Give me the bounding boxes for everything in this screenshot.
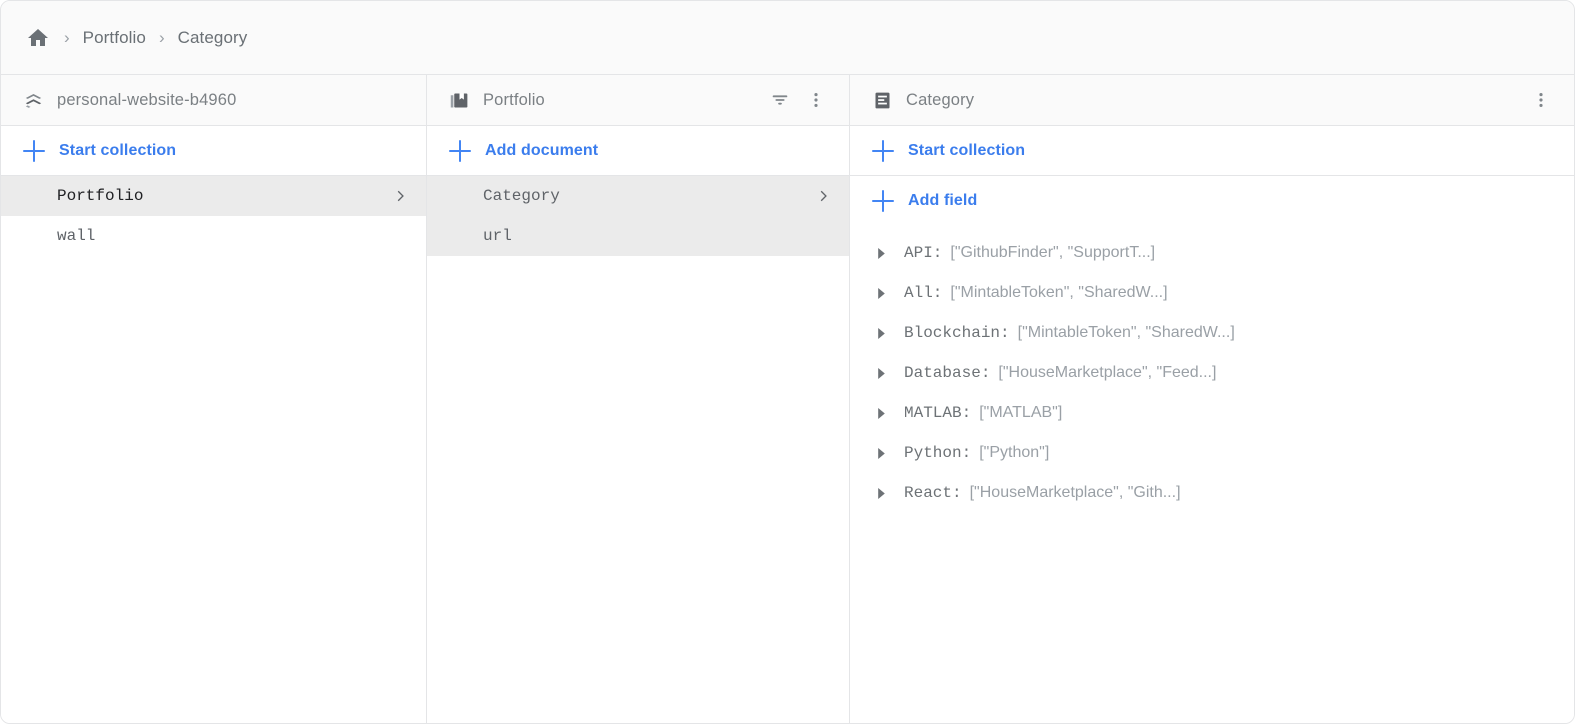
field-key: Database: (904, 364, 991, 382)
plus-icon (23, 139, 45, 162)
start-collection-label: Start collection (908, 141, 1026, 159)
breadcrumb-separator-2: › (158, 28, 165, 47)
caret-right-icon[interactable] (872, 324, 890, 342)
breadcrumb-item-category[interactable]: Category (178, 28, 248, 48)
add-field-button[interactable]: Add field (850, 176, 1574, 226)
add-field-label: Add field (908, 192, 978, 209)
breadcrumb-separator-1: › (64, 28, 70, 47)
caret-right-icon[interactable] (872, 444, 890, 462)
field-row[interactable]: Python: ["Python"] (850, 433, 1574, 473)
project-panel: personal-website-b4960 Start collection … (1, 75, 427, 723)
collection-name: wall (57, 227, 96, 245)
document-icon (872, 90, 893, 111)
field-key: MATLAB: (904, 404, 972, 422)
field-value: ["GithubFinder", "SupportT...] (950, 244, 1156, 261)
plus-icon (872, 190, 894, 212)
document-title: Category (906, 90, 975, 109)
project-panel-header: personal-website-b4960 (1, 75, 426, 126)
plus-icon (872, 139, 894, 162)
document-list-item-category[interactable]: Category (427, 176, 849, 216)
panel-columns: personal-website-b4960 Start collection … (1, 75, 1574, 723)
home-icon[interactable] (25, 25, 51, 51)
breadcrumb-item-portfolio[interactable]: Portfolio (83, 28, 146, 48)
caret-right-icon[interactable] (872, 284, 890, 302)
field-value: ["MATLAB"] (979, 404, 1063, 421)
field-value: ["Python"] (979, 444, 1050, 461)
firestore-project-icon (23, 90, 44, 111)
collection-list-item-wall[interactable]: wall (1, 216, 426, 256)
collection-list[interactable]: Portfolio wall (1, 176, 426, 723)
field-value: ["HouseMarketplace", "Feed...] (998, 364, 1217, 381)
field-list: API: ["GithubFinder", "SupportT...] All:… (850, 226, 1574, 723)
document-panel-header: Category (850, 75, 1574, 126)
caret-right-icon[interactable] (872, 404, 890, 422)
field-row[interactable]: API: ["GithubFinder", "SupportT...] (850, 233, 1574, 273)
project-name: personal-website-b4960 (57, 90, 237, 109)
document-panel-actions (1526, 85, 1556, 115)
caret-right-icon[interactable] (872, 484, 890, 502)
start-collection-button[interactable]: Start collection (1, 126, 426, 176)
more-vert-icon[interactable] (801, 85, 831, 115)
collection-name: Portfolio (57, 187, 144, 205)
field-key: Blockchain: (904, 324, 1010, 342)
field-row[interactable]: All: ["MintableToken", "SharedW...] (850, 273, 1574, 313)
add-document-label: Add document (485, 141, 599, 159)
firestore-data-browser: › Portfolio › Category personal-website-… (0, 0, 1575, 724)
field-key: API: (904, 244, 943, 262)
collection-list-item-portfolio[interactable]: Portfolio (1, 176, 426, 216)
add-document-button[interactable]: Add document (427, 126, 849, 176)
field-key: React: (904, 484, 962, 502)
plus-icon (449, 139, 471, 162)
more-vert-icon[interactable] (1526, 85, 1556, 115)
collection-panel-header: Portfolio (427, 75, 849, 126)
document-list[interactable]: Category url (427, 176, 849, 723)
caret-right-icon[interactable] (872, 244, 890, 262)
field-value: ["HouseMarketplace", "Gith...] (969, 484, 1181, 501)
chevron-right-icon (392, 188, 408, 204)
field-key: Python: (904, 444, 972, 462)
collection-title: Portfolio (483, 90, 545, 109)
filter-icon[interactable] (765, 85, 795, 115)
start-subcollection-button[interactable]: Start collection (850, 126, 1574, 176)
breadcrumb: › Portfolio › Category (1, 1, 1574, 75)
collection-panel-actions (765, 85, 831, 115)
start-collection-label: Start collection (59, 141, 177, 159)
document-id: url (483, 227, 512, 245)
field-row[interactable]: React: ["HouseMarketplace", "Gith...] (850, 473, 1574, 513)
collection-icon (449, 90, 470, 111)
field-row[interactable]: Blockchain: ["MintableToken", "SharedW..… (850, 313, 1574, 353)
document-id: Category (483, 187, 560, 205)
field-value: ["MintableToken", "SharedW...] (950, 284, 1168, 301)
chevron-right-icon (815, 188, 831, 204)
field-key: All: (904, 284, 943, 302)
document-panel: Category Start collection Add field API:… (850, 75, 1574, 723)
field-value: ["MintableToken", "SharedW...] (1017, 324, 1235, 341)
document-list-item-url[interactable]: url (427, 216, 849, 256)
field-row[interactable]: Database: ["HouseMarketplace", "Feed...] (850, 353, 1574, 393)
field-row[interactable]: MATLAB: ["MATLAB"] (850, 393, 1574, 433)
collection-panel: Portfolio Add document Category url (427, 75, 850, 723)
caret-right-icon[interactable] (872, 364, 890, 382)
